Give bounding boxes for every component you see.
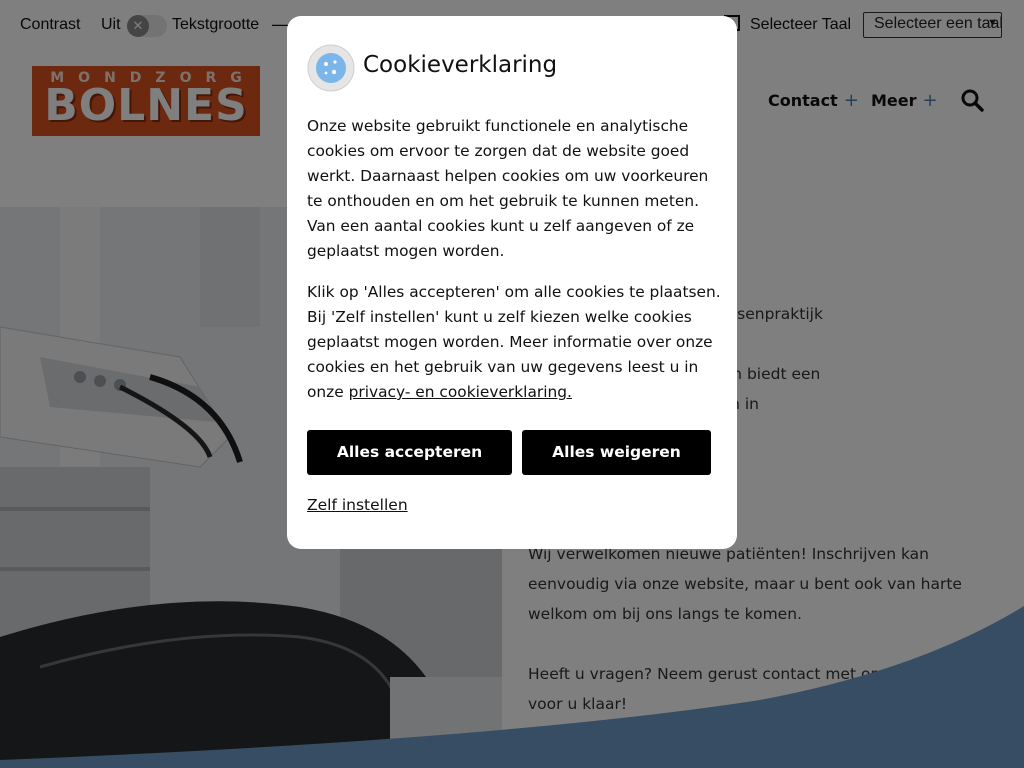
cookie-dialog: Cookieverklaring Onze website gebruikt f… — [287, 16, 737, 549]
accept-all-button[interactable]: Alles accepteren — [307, 430, 512, 475]
dialog-body-text-2: Klik op 'Alles accepteren' om alle cooki… — [307, 280, 721, 405]
privacy-link[interactable]: privacy- en cookieverklaring. — [349, 383, 572, 401]
reject-all-button[interactable]: Alles weigeren — [522, 430, 711, 475]
custom-settings-link[interactable]: Zelf instellen — [307, 496, 408, 514]
dialog-body-text: Onze website gebruikt functionele en ana… — [307, 117, 709, 260]
cookie-icon — [307, 44, 355, 92]
dialog-title: Cookieverklaring — [363, 52, 558, 78]
